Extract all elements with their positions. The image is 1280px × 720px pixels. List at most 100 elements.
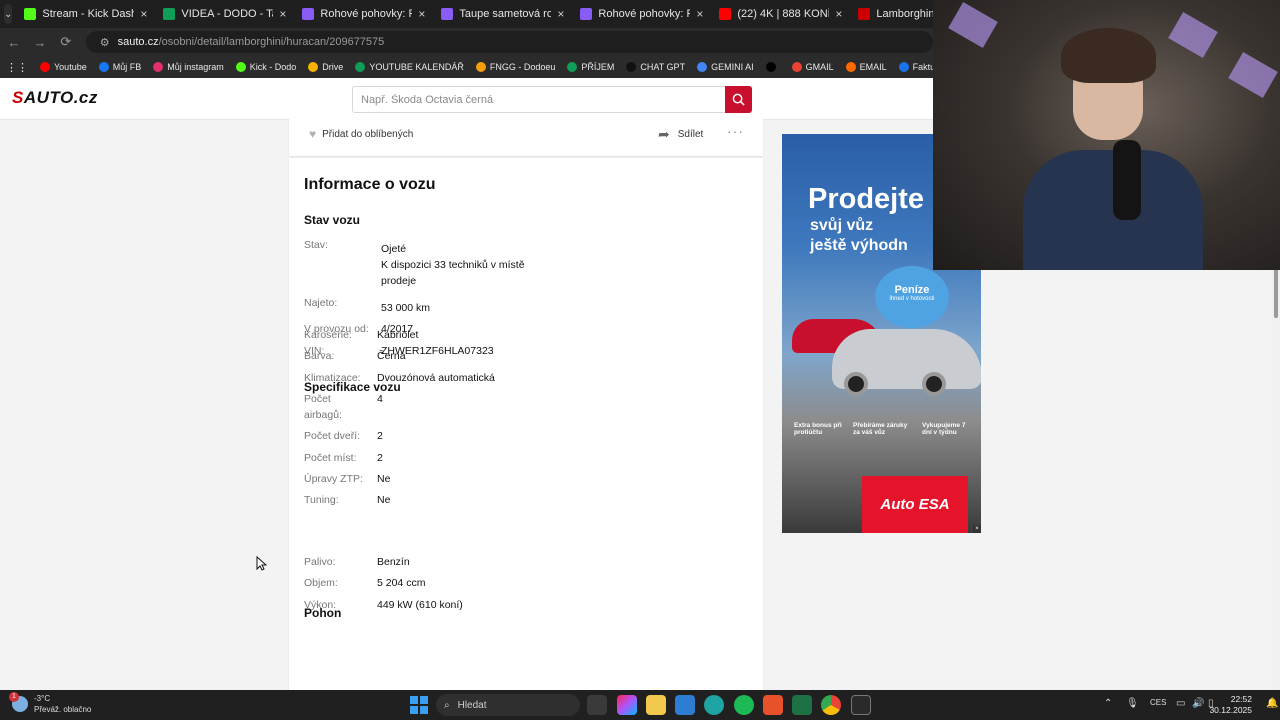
notifications-icon[interactable]: 🔔 xyxy=(1266,698,1278,709)
ad-bubble: Peníze ihned v hotovosti xyxy=(875,266,949,328)
bookmark-item[interactable]: GMAIL xyxy=(791,62,834,72)
scrollbar-thumb[interactable] xyxy=(1274,268,1278,318)
file-explorer-icon[interactable] xyxy=(646,695,666,715)
bookmark-item[interactable]: Drive xyxy=(308,62,343,72)
spec-value: Černá xyxy=(377,350,406,362)
bookmark-icon xyxy=(765,62,776,72)
spec-value: Ne xyxy=(377,494,391,506)
bookmark-label: Můj instagram xyxy=(167,62,224,72)
bookmark-label: PŘÍJEM xyxy=(581,62,615,72)
ad-close-icon[interactable]: × xyxy=(973,525,981,533)
url-field[interactable]: ⚙ sauto.cz/osobni/detail/lamborghini/hur… xyxy=(85,31,933,53)
tab-title: (22) 4K | 888 KONÍ VE STÁ xyxy=(737,8,830,20)
tab-search-icon[interactable]: ⌄ xyxy=(4,4,13,24)
bookmark-item[interactable]: Kick - Dodo xyxy=(235,62,297,72)
share-button[interactable]: ➦ Sdílet xyxy=(658,126,703,143)
chrome-icon[interactable] xyxy=(821,695,841,715)
spotify-icon[interactable] xyxy=(734,695,754,715)
edge-icon[interactable] xyxy=(704,695,724,715)
more-options-button[interactable]: ··· xyxy=(727,123,744,139)
spec-value: 5 204 ccm xyxy=(377,577,426,589)
spec-value: 449 kW (610 koní) xyxy=(377,599,463,611)
bookmark-label: YOUTUBE KALENDÁŘ xyxy=(369,62,464,72)
bookmark-icon xyxy=(898,62,909,72)
tab-close-icon[interactable]: × xyxy=(835,7,842,21)
volume-icon[interactable]: 🔊 xyxy=(1192,698,1204,709)
bookmark-item[interactable]: Můj FB xyxy=(98,62,141,72)
bookmark-label: Drive xyxy=(322,62,344,72)
obs-icon[interactable] xyxy=(763,695,783,715)
spec-value: 2 xyxy=(377,430,383,442)
share-arrow-icon: ➦ xyxy=(658,126,670,142)
spec-label: Karosérie: xyxy=(304,329,352,341)
browser-tab[interactable]: VIDEA - DODO - Tabulky × xyxy=(155,0,294,28)
spec-value: 2 xyxy=(377,452,383,464)
spec-label: Najeto: xyxy=(304,297,338,309)
bookmark-icon xyxy=(475,62,486,72)
store-icon[interactable] xyxy=(675,695,695,715)
bookmark-item[interactable]: Youtube xyxy=(40,62,87,72)
task-view-icon[interactable] xyxy=(587,695,607,715)
bookmark-item[interactable]: CHAT GPT xyxy=(626,62,685,72)
ad-feature: Extra bonus při protiúčtu xyxy=(794,422,842,436)
bookmark-item[interactable] xyxy=(765,62,780,72)
add-favorite-button[interactable]: ♥ Přidat do oblíbených xyxy=(309,127,413,141)
tab-close-icon[interactable]: × xyxy=(418,7,425,21)
ad-features: Extra bonus při protiúčtu Přebíráme záru… xyxy=(794,422,974,436)
taskbar-search-label: Hledat xyxy=(457,699,487,711)
bookmark-icon xyxy=(845,62,856,72)
bookmark-icon xyxy=(40,62,50,72)
bookmark-item[interactable]: FNGG - Dodoeu xyxy=(475,62,555,72)
network-icon[interactable]: ▭ xyxy=(1176,698,1185,709)
clock[interactable]: 22:52 30.12.2025 xyxy=(1209,694,1252,716)
bookmark-item[interactable]: YOUTUBE KALENDÁŘ xyxy=(355,62,464,72)
reload-icon[interactable]: ⟳ xyxy=(54,30,78,54)
browser-tab[interactable]: Stream - Kick Dashboard × xyxy=(16,0,155,28)
hex-light xyxy=(1228,52,1278,98)
taskbar-search[interactable]: ⌕ Hledat xyxy=(436,694,580,716)
start-button[interactable] xyxy=(410,696,428,714)
bookmark-label: EMAIL xyxy=(859,62,887,72)
tab-close-icon[interactable]: × xyxy=(696,7,703,21)
mic-icon[interactable]: 🎙 xyxy=(1126,698,1139,709)
bookmark-label: Kick - Dodo xyxy=(249,62,297,72)
apps-grid-icon[interactable]: ⋮⋮ xyxy=(6,61,28,74)
search-button[interactable] xyxy=(725,86,752,113)
browser-tab[interactable]: Rohové pohovky: Pohodl × xyxy=(572,0,711,28)
tray-overflow-icon[interactable]: ⌃ xyxy=(1104,698,1112,709)
sauto-logo[interactable]: SAUTO.cz xyxy=(12,88,98,108)
bookmark-item[interactable]: EMAIL xyxy=(845,62,887,72)
hex-light xyxy=(948,2,998,48)
spec-value: Ojeté K dispozici 33 techniků v místě pr… xyxy=(381,243,525,287)
copilot-icon[interactable] xyxy=(617,695,637,715)
bookmark-icon xyxy=(98,62,109,72)
tab-close-icon[interactable]: × xyxy=(279,7,286,21)
epic-games-icon[interactable] xyxy=(851,695,871,715)
bookmark-item[interactable]: PŘÍJEM xyxy=(567,62,614,72)
browser-tab[interactable]: Rohové pohovky: Pohodl × xyxy=(294,0,433,28)
bookmark-icon xyxy=(567,62,578,72)
tab-close-icon[interactable]: × xyxy=(140,7,147,21)
spec-label: Počet airbagů: xyxy=(304,393,342,421)
browser-tab[interactable]: Taupe sametová rozkláda × xyxy=(433,0,572,28)
bookmark-item[interactable]: Můj instagram xyxy=(153,62,224,72)
tab-favicon-icon xyxy=(441,8,454,20)
bookmark-icon xyxy=(235,62,246,72)
browser-tab[interactable]: (22) 4K | 888 KONÍ VE STÁ × xyxy=(711,0,850,28)
ad-feature: Vykupujeme 7 dní v týdnu xyxy=(922,422,966,436)
action-bar: ♥ Přidat do oblíbených ➦ Sdílet ··· xyxy=(289,118,763,156)
forward-icon[interactable]: → xyxy=(28,30,52,54)
back-icon[interactable]: ← xyxy=(2,30,26,54)
url-path: /osobni/detail/lamborghini/huracan/20967… xyxy=(158,36,385,48)
tab-close-icon[interactable]: × xyxy=(557,7,564,21)
spec-label: Počet dveří: xyxy=(304,430,361,442)
bookmark-item[interactable]: GEMINI AI xyxy=(697,62,754,72)
language-indicator[interactable]: CES xyxy=(1150,698,1166,707)
bookmark-icon xyxy=(153,62,164,72)
bookmark-label: Youtube xyxy=(54,62,87,72)
site-info-icon[interactable]: ⚙ xyxy=(100,36,110,49)
weather-widget[interactable]: 1 -3°C Převáž. oblačno xyxy=(9,692,91,715)
search-input[interactable] xyxy=(353,87,723,112)
excel-icon[interactable] xyxy=(792,695,812,715)
webcam-overlay xyxy=(933,0,1280,270)
